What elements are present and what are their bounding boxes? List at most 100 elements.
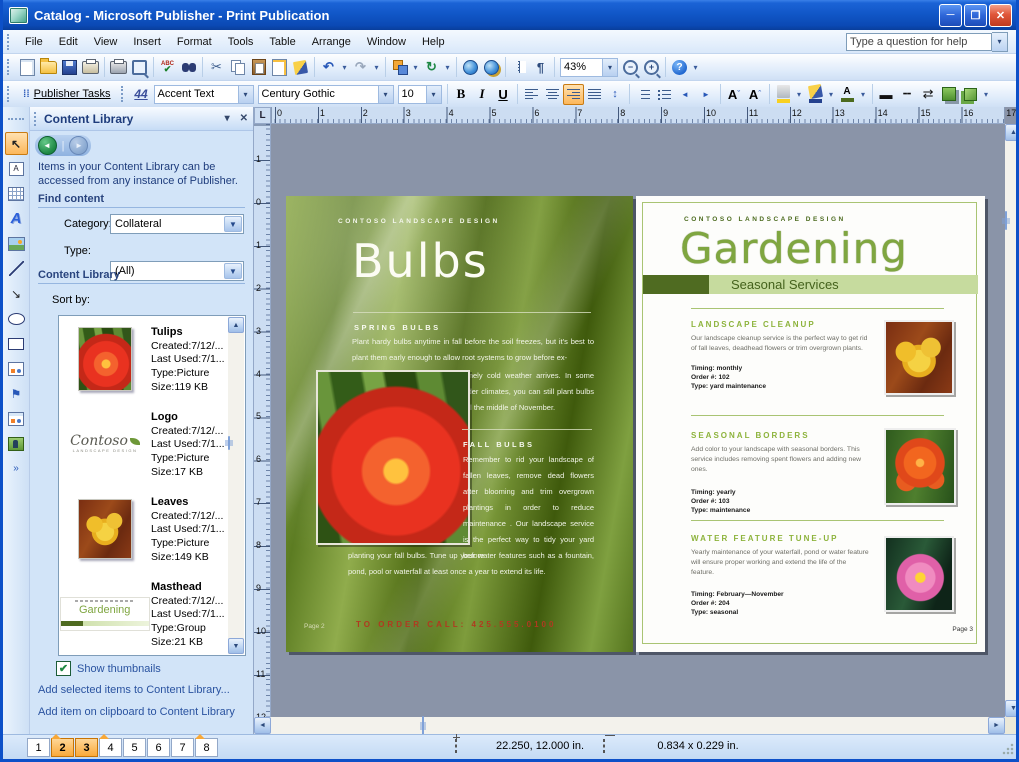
insert-table-tool[interactable] <box>5 182 28 205</box>
dash-style-icon[interactable]: ╌ <box>897 84 918 105</box>
undo-dropdown-icon[interactable]: ▾ <box>339 57 350 78</box>
help-question-dropdown[interactable]: ▾ <box>992 32 1008 52</box>
shadow-style-icon[interactable] <box>939 84 960 105</box>
open-icon[interactable] <box>38 57 59 78</box>
web-page-preview-icon[interactable] <box>481 57 502 78</box>
help-question-input[interactable] <box>846 33 992 51</box>
publisher-tasks-button[interactable]: ⁞⁞ Publisher Tasks <box>17 88 117 100</box>
line-spacing-icon[interactable]: ↕ <box>605 84 626 105</box>
show-thumbnails-checkbox[interactable]: ✔ <box>56 661 71 676</box>
picture-frame-tool[interactable] <box>5 232 28 255</box>
save-icon[interactable] <box>59 57 80 78</box>
style-dropdown-icon[interactable]: ▾ <box>238 86 253 103</box>
menu-format[interactable]: Format <box>169 33 220 51</box>
zoom-out-icon[interactable]: − <box>620 57 641 78</box>
decrease-font-icon[interactable]: Aˇ <box>724 84 745 105</box>
category-select[interactable]: Collateral ▼ <box>110 214 244 234</box>
oval-tool[interactable] <box>5 307 28 330</box>
rectangle-tool[interactable] <box>5 332 28 355</box>
bold-icon[interactable]: B <box>451 84 472 105</box>
page-button-8[interactable]: 8 <box>195 738 218 757</box>
format-painter-icon[interactable] <box>290 57 311 78</box>
formatting-toolbar-grip[interactable] <box>7 86 13 102</box>
close-button[interactable]: ✕ <box>989 4 1012 27</box>
scroll-up-icon[interactable]: ▲ <box>1005 124 1019 141</box>
new-document-icon[interactable] <box>17 57 38 78</box>
copy-icon[interactable] <box>227 57 248 78</box>
tulip-photo[interactable] <box>316 370 470 545</box>
zoom-in-icon[interactable]: + <box>641 57 662 78</box>
bullets-icon[interactable] <box>654 84 675 105</box>
vertical-ruler[interactable]: 10123456789101112 <box>254 124 271 717</box>
italic-icon[interactable]: I <box>472 84 493 105</box>
ruler-origin-box[interactable]: L <box>254 107 271 124</box>
category-dropdown-icon[interactable]: ▼ <box>224 216 242 232</box>
horizontal-ruler[interactable]: 01234567891011121314151617 <box>271 107 1005 124</box>
line-color-dropdown-icon[interactable]: ▾ <box>826 84 837 105</box>
water-lily-photo[interactable] <box>884 536 954 612</box>
line-style-icon[interactable]: ▬ <box>876 84 897 105</box>
page-button-3[interactable]: 3 <box>75 738 98 757</box>
scroll-right-icon[interactable]: ► <box>988 717 1005 734</box>
toolbar-options-icon[interactable]: ▾ <box>690 57 701 78</box>
font-dropdown-icon[interactable]: ▾ <box>378 86 393 103</box>
rotate-icon[interactable]: ↻ <box>421 57 442 78</box>
zoom-dropdown-icon[interactable]: ▾ <box>602 59 617 76</box>
3d-style-icon[interactable] <box>960 84 981 105</box>
decrease-indent-icon[interactable]: ◄ <box>675 84 696 105</box>
bookmark-tool[interactable]: ⚑ <box>5 382 28 405</box>
menu-window[interactable]: Window <box>359 33 414 51</box>
design-checker-icon[interactable] <box>269 57 290 78</box>
redo-icon[interactable]: ↷ <box>350 57 371 78</box>
scroll-down-icon[interactable]: ▼ <box>1005 700 1019 717</box>
page-button-4[interactable]: 4 <box>99 738 122 757</box>
autoshapes-tool[interactable] <box>5 357 28 380</box>
page-button-7[interactable]: 7 <box>171 738 194 757</box>
menu-edit[interactable]: Edit <box>51 33 86 51</box>
standard-toolbar-grip[interactable] <box>7 59 13 75</box>
cut-icon[interactable]: ✂ <box>206 57 227 78</box>
vertical-scroll-thumb[interactable] <box>1005 211 1007 230</box>
add-selected-link[interactable]: Add selected items to Content Library... <box>38 684 230 696</box>
menu-view[interactable]: View <box>86 33 126 51</box>
add-clipboard-link[interactable]: Add item on clipboard to Content Library <box>38 706 235 718</box>
menu-insert[interactable]: Insert <box>125 33 169 51</box>
text-box-tool[interactable]: A <box>5 157 28 180</box>
page-button-2[interactable]: 2 <box>51 738 74 757</box>
library-item-tulips[interactable]: Tulips Created:7/12/... Last Used:7/1...… <box>59 316 245 401</box>
numbering-icon[interactable] <box>633 84 654 105</box>
library-item-logo[interactable]: Contoso LANDSCAPE DESIGN Logo Created:7/… <box>59 401 245 486</box>
task-pane-dropdown-icon[interactable]: ▾ <box>220 113 235 124</box>
task-pane-header[interactable]: Content Library ▾ ✕ <box>30 107 253 131</box>
increase-indent-icon[interactable]: ► <box>696 84 717 105</box>
paste-icon[interactable] <box>248 57 269 78</box>
select-tool[interactable]: ↖ <box>5 132 28 155</box>
page-button-1[interactable]: 1 <box>27 738 50 757</box>
window-resize-grip[interactable] <box>1002 743 1014 755</box>
scroll-left-icon[interactable]: ◄ <box>254 717 271 734</box>
content-library-tool[interactable] <box>5 432 28 455</box>
maximize-button[interactable]: ❐ <box>964 4 987 27</box>
undo-icon[interactable]: ↶ <box>318 57 339 78</box>
rotate-dropdown-icon[interactable]: ▾ <box>442 57 453 78</box>
design-gallery-tool[interactable] <box>5 407 28 430</box>
menubar-grip[interactable] <box>7 34 13 50</box>
fill-color-dropdown-icon[interactable]: ▾ <box>794 84 805 105</box>
align-right-icon[interactable] <box>563 84 584 105</box>
formatting-options-icon[interactable]: ▾ <box>981 84 992 105</box>
page-3-gardening[interactable]: CONTOSO LANDSCAPE DESIGN Gardening Seaso… <box>636 196 985 652</box>
objects-toolbar-grip[interactable] <box>8 118 24 124</box>
redo-dropdown-icon[interactable]: ▾ <box>371 57 382 78</box>
line-tool[interactable] <box>5 257 28 280</box>
wordart-tool[interactable]: A <box>5 207 28 230</box>
align-left-icon[interactable] <box>521 84 542 105</box>
print-preview-icon[interactable] <box>129 57 150 78</box>
mail-icon[interactable] <box>80 57 101 78</box>
increase-font-icon[interactable]: Aˆ <box>745 84 766 105</box>
menu-help[interactable]: Help <box>414 33 453 51</box>
menu-file[interactable]: File <box>17 33 51 51</box>
spelling-icon[interactable]: ABC✔ <box>157 57 178 78</box>
print-icon[interactable] <box>108 57 129 78</box>
insert-hyperlink-icon[interactable] <box>460 57 481 78</box>
horizontal-scroll-thumb[interactable] <box>422 716 424 735</box>
